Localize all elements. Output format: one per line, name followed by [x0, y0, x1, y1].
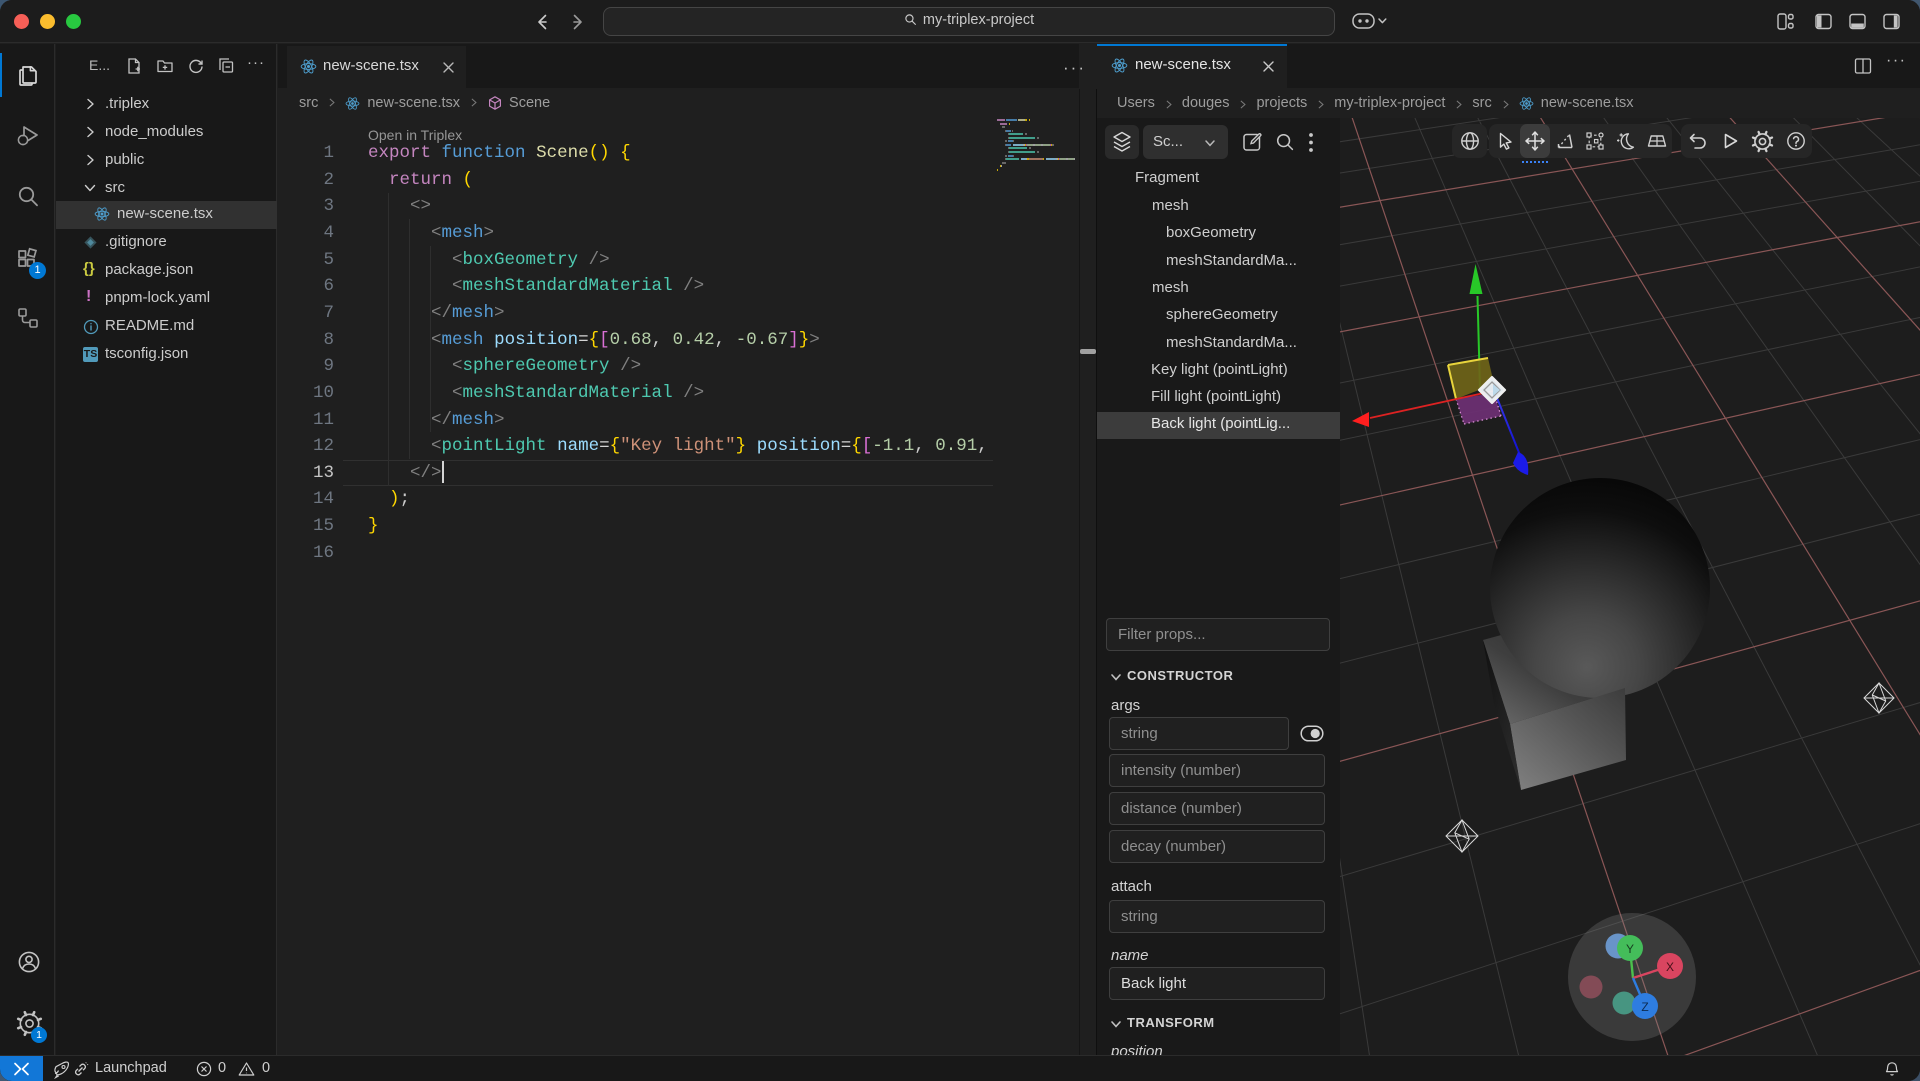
svg-text:Y: Y — [1626, 942, 1634, 956]
svg-text:X: X — [1666, 960, 1674, 974]
svg-text:Z: Z — [1641, 1000, 1648, 1014]
